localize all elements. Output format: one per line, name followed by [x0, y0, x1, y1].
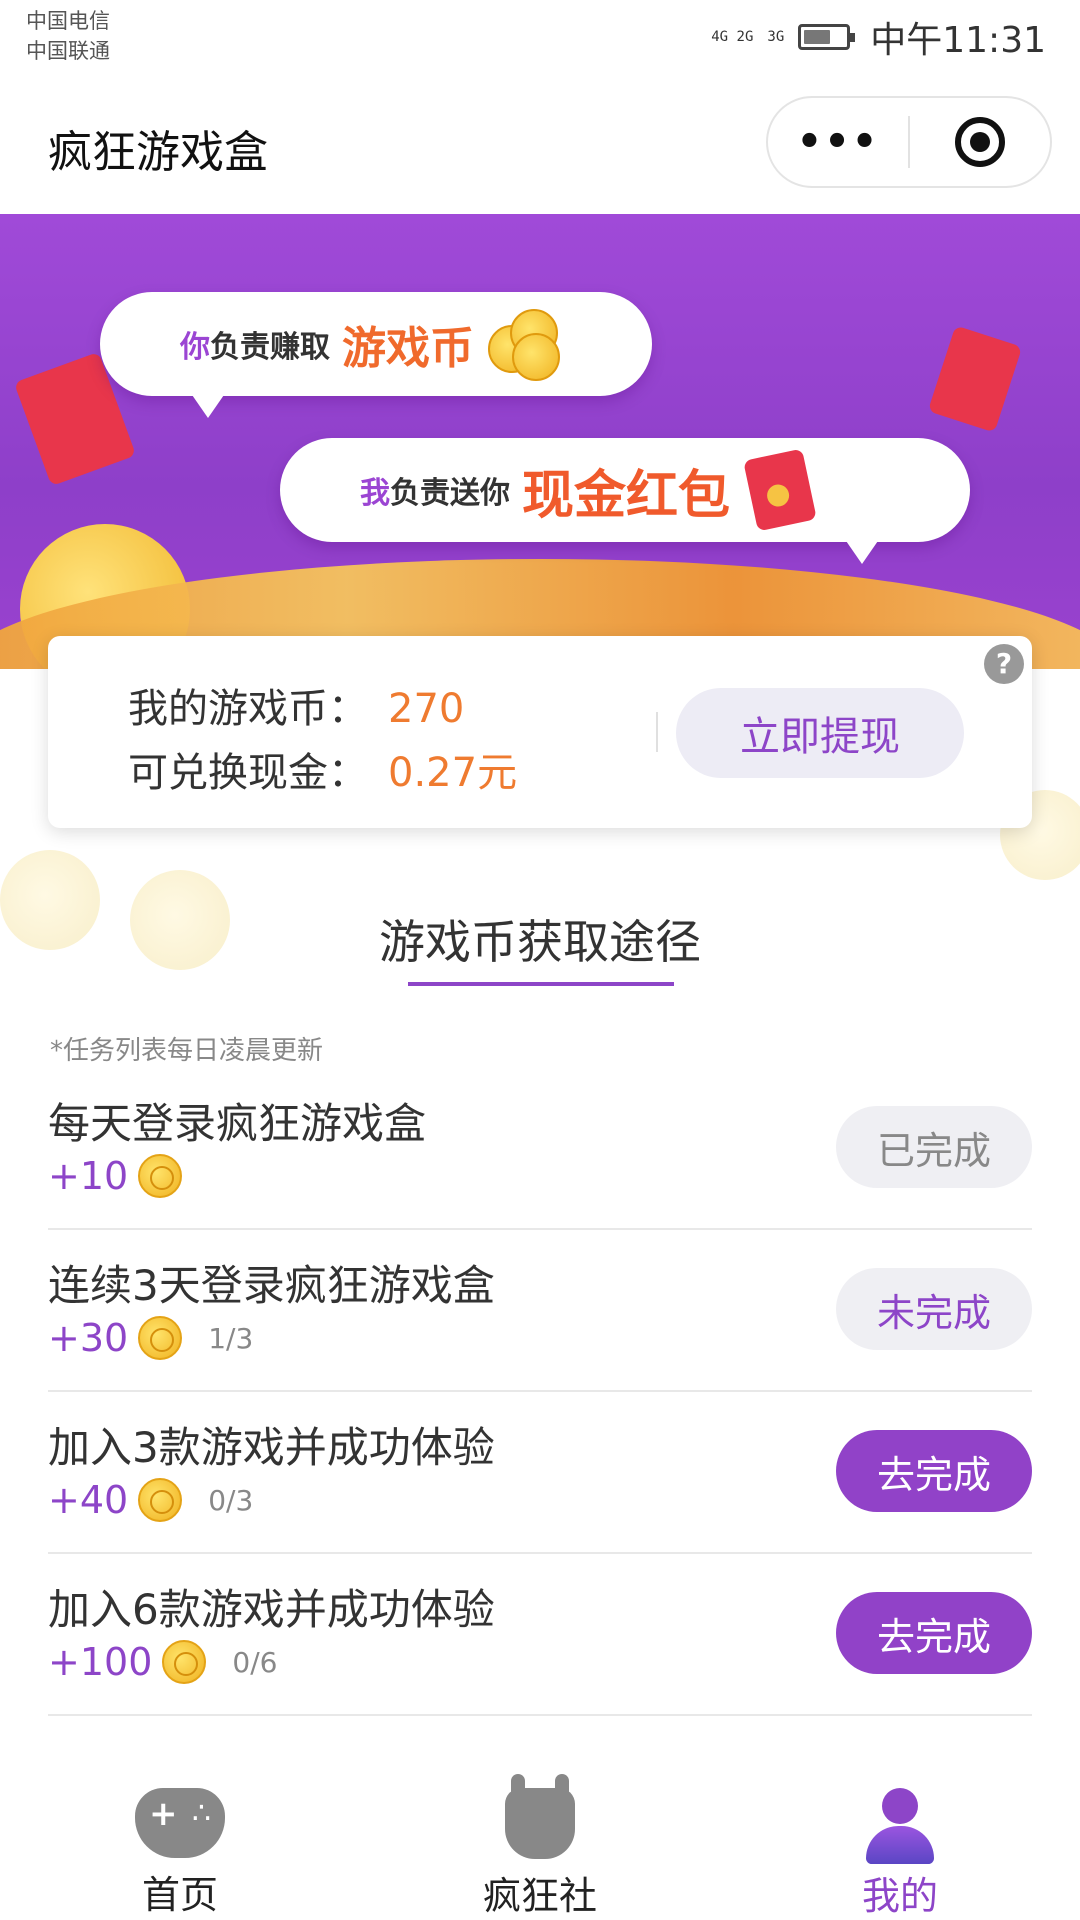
bubble1-mid: 负责赚取 — [210, 330, 330, 365]
page-title: 疯狂游戏盒 — [48, 127, 268, 178]
coins-value: 270 — [388, 686, 465, 732]
tab-label: 首页 — [141, 1873, 218, 1917]
task-reward: +30 — [48, 1316, 129, 1360]
task-update-note: *任务列表每日凌晨更新 — [50, 1036, 324, 1066]
coin-icon — [162, 1640, 207, 1684]
task-name: 加入6款游戏并成功体验 — [48, 1585, 495, 1634]
task-progress: 1/3 — [208, 1321, 254, 1355]
banner-redpack-decoration — [927, 325, 1023, 433]
task-progress: 0/3 — [208, 1483, 254, 1517]
bubble-tail — [844, 538, 880, 564]
task-progress: 0/6 — [232, 1645, 278, 1679]
bubble1-lead: 你 — [180, 330, 210, 365]
task-status-button[interactable]: 未完成 — [836, 1268, 1032, 1350]
miniprogram-capsule: ••• — [766, 96, 1052, 188]
person-head — [882, 1788, 918, 1824]
task-reward: +100 — [48, 1640, 153, 1684]
task-status-button[interactable]: 已完成 — [836, 1106, 1032, 1188]
carrier-1: 中国电信 — [26, 9, 110, 33]
cash-row: 可兑换现金： 0.27元 — [128, 740, 517, 798]
task-meta: +40 0/3 — [48, 1478, 253, 1522]
gamepad-icon — [135, 1788, 225, 1858]
cash-value: 0.27元 — [388, 750, 518, 796]
task-name: 每天登录疯狂游戏盒 — [48, 1099, 427, 1148]
coin-icon — [138, 1316, 183, 1360]
go-complete-button[interactable]: 去完成 — [836, 1592, 1032, 1674]
speech-bubble-earn: 你 负责赚取 游戏币 — [100, 292, 652, 418]
target-icon — [955, 117, 1005, 167]
tab-label: 疯狂社 — [482, 1874, 597, 1918]
balance-divider — [656, 712, 658, 752]
task-row: 加入3款游戏并成功体验 +40 0/3 去完成 — [48, 1392, 1032, 1554]
status-time: 中午11:31 — [870, 20, 1046, 61]
cash-label: 可兑换现金： — [128, 750, 368, 796]
coins-row: 我的游戏币： 270 — [128, 676, 464, 734]
task-name: 加入3款游戏并成功体验 — [48, 1423, 495, 1472]
status-indicators: 4G 2G 3G 中午11:31 — [711, 12, 1046, 62]
carrier-2: 中国联通 — [26, 39, 110, 63]
task-meta: +10 — [48, 1154, 208, 1198]
task-meta: +100 0/6 — [48, 1640, 277, 1684]
rock-hand-icon — [505, 1774, 575, 1859]
battery-fill — [804, 30, 831, 44]
task-reward: +10 — [48, 1154, 129, 1198]
navbar: 疯狂游戏盒 ••• — [0, 74, 1080, 214]
coin-icon — [138, 1478, 183, 1522]
red-packet-icon — [743, 448, 817, 532]
person-icon — [862, 1788, 938, 1864]
task-meta: +30 1/3 — [48, 1316, 253, 1360]
promo-banner: 你 负责赚取 游戏币 我 负责送你 现金红包 — [0, 214, 1080, 669]
speech-bubble-reward: 我 负责送你 现金红包 — [280, 438, 970, 564]
task-row: 加入6款游戏并成功体验 +100 0/6 去完成 — [48, 1554, 1032, 1716]
status-bar: 中国电信 中国联通 4G 2G 3G 中午11:31 — [0, 0, 1080, 74]
section-title: 游戏币获取途径 — [379, 915, 701, 969]
go-complete-button[interactable]: 去完成 — [836, 1430, 1032, 1512]
task-name: 连续3天登录疯狂游戏盒 — [48, 1261, 495, 1310]
bubble2-lead: 我 — [360, 476, 390, 511]
task-reward: +40 — [48, 1478, 129, 1522]
coin-icon — [138, 1154, 183, 1198]
bubble1-highlight: 游戏币 — [342, 323, 474, 374]
tab-label: 我的 — [861, 1874, 938, 1918]
section-underline — [408, 982, 674, 986]
signal-icon-2: 3G — [767, 29, 785, 45]
help-icon[interactable]: ? — [984, 644, 1024, 684]
tab-community[interactable]: 疯狂社 — [360, 1760, 720, 1920]
person-body — [866, 1826, 934, 1864]
coins-label: 我的游戏币： — [128, 686, 368, 732]
withdraw-button[interactable]: 立即提现 — [676, 688, 964, 778]
battery-icon — [798, 24, 856, 50]
task-row: 每天登录疯狂游戏盒 +10 已完成 — [48, 1068, 1032, 1230]
bubble2-mid: 负责送你 — [390, 476, 510, 511]
carrier-info: 中国电信 中国联通 — [26, 6, 110, 66]
tab-bar: 首页 疯狂社 我的 — [0, 1760, 1080, 1920]
more-button[interactable]: ••• — [768, 119, 908, 165]
close-button[interactable] — [910, 117, 1050, 167]
signal-icon-1: 4G 2G — [711, 29, 754, 45]
balance-card: 我的游戏币： 270 可兑换现金： 0.27元 立即提现 ? — [48, 636, 1032, 828]
bubble-tail — [190, 392, 226, 418]
task-row: 连续3天登录疯狂游戏盒 +30 1/3 未完成 — [48, 1230, 1032, 1392]
tab-mine[interactable]: 我的 — [720, 1760, 1080, 1920]
coin-stack-icon — [488, 309, 568, 381]
bubble2-highlight: 现金红包 — [522, 465, 731, 526]
tab-home[interactable]: 首页 — [0, 1760, 360, 1920]
